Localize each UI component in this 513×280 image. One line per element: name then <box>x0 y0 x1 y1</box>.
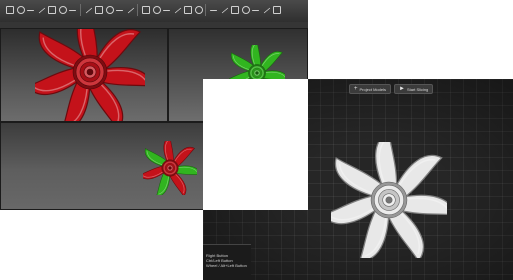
cad-toolbar <box>0 0 308 23</box>
trim-icon[interactable] <box>174 7 181 14</box>
mouse-help-panel: Right Button Ctrl/Left Button Wheel / Al… <box>203 244 251 280</box>
arc-icon[interactable] <box>142 6 150 14</box>
section-icon[interactable] <box>85 7 92 14</box>
project-models-label: Project Models <box>359 86 386 92</box>
circle-icon[interactable] <box>152 6 161 14</box>
viewer-toolbar: + Project Models ► Start Slicing <box>349 84 439 95</box>
red-fan-model[interactable] <box>35 28 145 122</box>
snap-icon[interactable] <box>231 6 239 14</box>
close-icon[interactable] <box>273 6 281 14</box>
white-fan-model[interactable] <box>331 142 447 258</box>
pattern-icon[interactable] <box>210 10 217 11</box>
wire-icon[interactable] <box>16 6 25 14</box>
project-models-button[interactable]: + Project Models <box>349 84 391 94</box>
fan-hub-ring <box>255 71 259 75</box>
fan-hub-ring <box>168 166 172 170</box>
play-icon: ► <box>398 86 405 92</box>
print-icon[interactable] <box>263 7 270 14</box>
render-icon[interactable] <box>95 6 103 14</box>
pan-icon[interactable] <box>38 7 45 14</box>
help-line: Wheel / Alt+Left Button <box>206 263 247 268</box>
blank-area <box>203 79 308 210</box>
measure-icon[interactable] <box>105 6 114 14</box>
viewer-window: + Project Models ► Start Slicing Right B… <box>203 79 513 280</box>
toolbar-separator <box>79 4 81 16</box>
fit-icon[interactable] <box>58 6 67 14</box>
rotate-icon[interactable] <box>27 10 34 11</box>
line-icon[interactable] <box>127 7 134 14</box>
mirror-icon[interactable] <box>194 6 203 14</box>
fan-hub-ring <box>385 196 393 204</box>
viewport-top-left[interactable] <box>0 28 168 122</box>
mixed-fan-model[interactable] <box>143 141 197 195</box>
start-slicing-button[interactable]: ► Start Slicing <box>393 84 434 94</box>
grid-icon[interactable] <box>221 7 228 14</box>
extend-icon[interactable] <box>184 6 192 14</box>
zoom-icon[interactable] <box>48 6 56 14</box>
start-slicing-label: Start Slicing <box>406 86 429 92</box>
fan-hub-ring <box>86 68 94 76</box>
sketch-icon[interactable] <box>116 10 123 11</box>
toolbar-separator <box>137 4 138 16</box>
color-icon[interactable] <box>252 10 259 11</box>
toolbar-separator <box>205 4 206 16</box>
rect-icon[interactable] <box>163 10 170 11</box>
view-icon[interactable] <box>69 10 76 11</box>
shade-icon[interactable] <box>6 6 14 14</box>
plus-icon: + <box>354 86 358 92</box>
layer-icon[interactable] <box>241 6 250 14</box>
